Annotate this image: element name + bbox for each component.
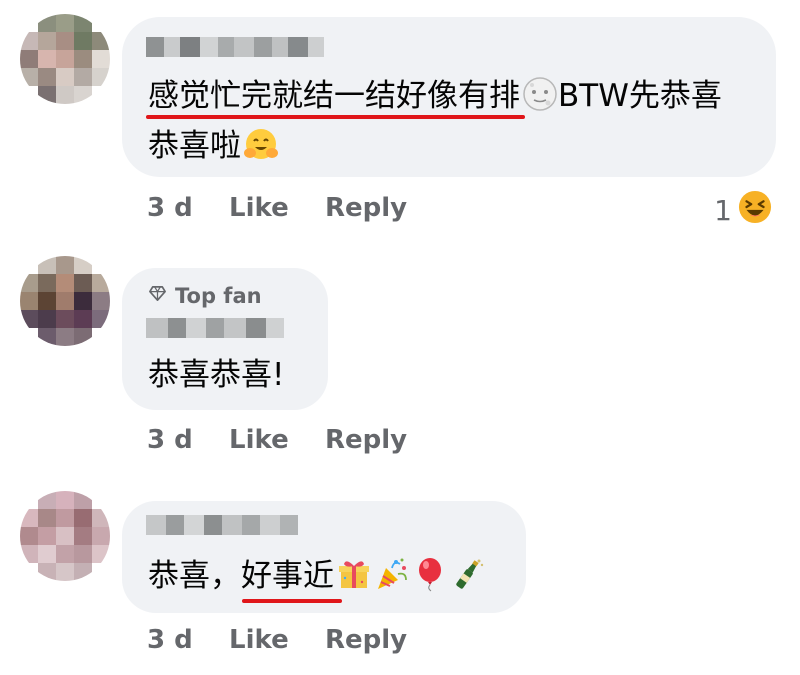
top-fan-badge[interactable]: Top fan bbox=[148, 284, 262, 308]
comment-text-line2: 恭喜啦 bbox=[148, 121, 279, 171]
reaction-count: 1 bbox=[714, 194, 732, 227]
comment-3: 恭喜，好事近 3 d Like Reply bbox=[0, 475, 800, 675]
comment-bubble: Top fan 恭喜恭喜! bbox=[122, 268, 328, 410]
comment-time[interactable]: 3 d bbox=[147, 193, 193, 223]
comment-text: 恭喜，好事近 bbox=[148, 551, 486, 601]
top-fan-label: Top fan bbox=[175, 284, 262, 308]
reaction-summary[interactable]: 1 bbox=[714, 190, 772, 231]
comment-text-part2: BTW先恭喜 bbox=[558, 78, 722, 114]
moon-face-icon bbox=[522, 76, 558, 112]
comment-text-part2: 好事近 bbox=[241, 558, 334, 594]
comment-bubble: 恭喜，好事近 bbox=[122, 501, 526, 613]
comment-text: 感觉忙完就结一结好像有排 BTW先恭喜 bbox=[148, 71, 722, 121]
comment-2: Top fan 恭喜恭喜! 3 d Like Reply bbox=[0, 245, 800, 475]
comment-text-part1: 恭喜， bbox=[148, 558, 241, 594]
author-name-blurred[interactable] bbox=[146, 515, 298, 535]
red-underline bbox=[146, 115, 525, 119]
reply-button[interactable]: Reply bbox=[325, 193, 407, 223]
comment-bubble: 感觉忙完就结一结好像有排 BTW先恭喜 恭喜啦 bbox=[122, 17, 776, 177]
like-button[interactable]: Like bbox=[229, 193, 289, 223]
like-button[interactable]: Like bbox=[229, 425, 289, 455]
comment-text: 恭喜恭喜! bbox=[148, 350, 284, 400]
reply-button[interactable]: Reply bbox=[325, 625, 407, 655]
comment-time[interactable]: 3 d bbox=[147, 625, 193, 655]
comment-text-part1: 感觉忙完就结一结好像有排 bbox=[148, 78, 520, 114]
avatar[interactable] bbox=[20, 14, 110, 104]
comment-text-content: 恭喜恭喜! bbox=[148, 357, 285, 393]
author-name-blurred[interactable] bbox=[146, 37, 324, 57]
comment-1: 感觉忙完就结一结好像有排 BTW先恭喜 恭喜啦 3 d Like Reply 1 bbox=[0, 0, 800, 245]
comment-time[interactable]: 3 d bbox=[147, 425, 193, 455]
party-popper-icon bbox=[374, 556, 410, 592]
balloon-icon bbox=[412, 556, 448, 592]
red-underline bbox=[242, 599, 342, 603]
hugging-face-icon bbox=[243, 126, 279, 162]
comment-text-line2-content: 恭喜啦 bbox=[148, 128, 241, 164]
avatar[interactable] bbox=[20, 491, 110, 581]
laughing-face-icon bbox=[738, 190, 772, 231]
wrapped-gift-icon bbox=[336, 556, 372, 592]
diamond-icon bbox=[148, 284, 167, 308]
reply-button[interactable]: Reply bbox=[325, 425, 407, 455]
author-name-blurred[interactable] bbox=[146, 318, 284, 338]
champagne-icon bbox=[450, 556, 486, 592]
like-button[interactable]: Like bbox=[229, 625, 289, 655]
avatar[interactable] bbox=[20, 256, 110, 346]
